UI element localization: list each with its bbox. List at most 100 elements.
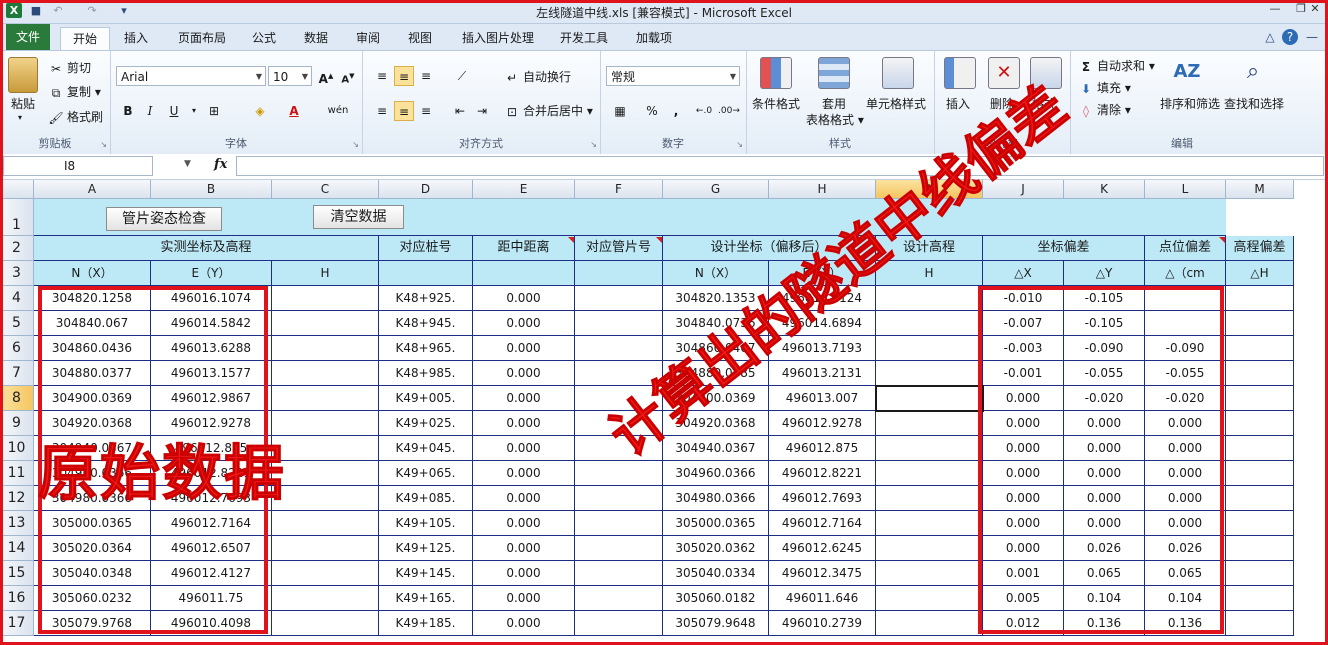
alignment-launcher-icon[interactable]: ↘ <box>590 140 597 149</box>
table-cell[interactable] <box>1226 386 1294 411</box>
table-cell[interactable] <box>575 336 663 361</box>
table-cell[interactable]: 496012.6245 <box>769 536 876 561</box>
table-cell[interactable]: K48+925. <box>379 286 473 311</box>
table-cell[interactable]: 496012.7693 <box>769 486 876 511</box>
table-cell[interactable] <box>575 561 663 586</box>
table-cell[interactable]: K48+985. <box>379 361 473 386</box>
format-painter-button[interactable]: 🖌 格式刷 <box>48 108 103 126</box>
conditional-format-icon[interactable] <box>760 57 792 89</box>
table-cell[interactable] <box>272 311 379 336</box>
row-header-16[interactable]: 16 <box>0 586 34 611</box>
fill-color-icon[interactable]: ◈ <box>250 101 270 121</box>
tab-addins[interactable]: 加载项 <box>626 27 682 50</box>
cut-button[interactable]: ✂ 剪切 <box>48 59 91 77</box>
row-header-4[interactable]: 4 <box>0 286 34 311</box>
column-header-a[interactable]: A <box>34 180 151 199</box>
tab-page-layout[interactable]: 页面布局 <box>170 27 234 50</box>
table-cell[interactable]: K48+965. <box>379 336 473 361</box>
table-cell[interactable]: 0.000 <box>473 511 575 536</box>
table-cell[interactable]: 0.000 <box>473 336 575 361</box>
row-header-13[interactable]: 13 <box>0 511 34 536</box>
row-header-10[interactable]: 10 <box>0 436 34 461</box>
sort-filter-icon[interactable]: AZ <box>1172 57 1202 87</box>
table-cell[interactable]: K49+145. <box>379 561 473 586</box>
table-cell[interactable]: 305060.0182 <box>663 586 769 611</box>
row-header-11[interactable]: 11 <box>0 461 34 486</box>
orientation-icon[interactable]: ⟋ <box>452 66 472 86</box>
insert-cells-button[interactable]: 插入 <box>946 95 970 112</box>
font-color-icon[interactable]: A <box>284 101 304 121</box>
table-cell[interactable]: 0.000 <box>473 286 575 311</box>
select-all-corner[interactable] <box>0 180 34 199</box>
table-cell[interactable] <box>272 361 379 386</box>
conditional-format-button[interactable]: 条件格式 <box>752 95 800 112</box>
table-cell[interactable]: 0.000 <box>473 361 575 386</box>
table-cell[interactable]: 0.000 <box>473 461 575 486</box>
table-cell[interactable] <box>272 336 379 361</box>
binoculars-icon[interactable]: ⌕ <box>1238 57 1268 87</box>
table-cell[interactable]: 0.000 <box>473 311 575 336</box>
column-header-d[interactable]: D <box>379 180 473 199</box>
underline-dropdown-icon[interactable]: ▾ <box>184 101 204 121</box>
table-cell[interactable] <box>272 386 379 411</box>
table-cell[interactable] <box>1226 586 1294 611</box>
table-cell[interactable]: 0.000 <box>473 586 575 611</box>
copy-button[interactable]: ⧉ 复制 ▾ <box>48 83 101 101</box>
row-header-1[interactable]: 1 <box>0 199 34 236</box>
comma-button[interactable]: , <box>666 101 686 121</box>
table-cell[interactable]: 0.000 <box>473 561 575 586</box>
table-cell[interactable]: 0.000 <box>473 486 575 511</box>
decrease-decimal-icon[interactable]: .00→ <box>718 101 740 121</box>
table-cell[interactable] <box>272 486 379 511</box>
percent-button[interactable]: % <box>642 101 662 121</box>
column-header-c[interactable]: C <box>272 180 379 199</box>
table-cell[interactable] <box>575 611 663 636</box>
align-right-icon[interactable]: ≡ <box>416 101 436 121</box>
table-cell[interactable] <box>575 486 663 511</box>
workbook-minimize-icon[interactable]: — <box>1304 29 1320 45</box>
fill-button[interactable]: ⬇ 填充 ▾ <box>1078 79 1131 97</box>
table-cell[interactable] <box>876 561 983 586</box>
font-launcher-icon[interactable]: ↘ <box>352 140 359 149</box>
table-cell[interactable]: K49+025. <box>379 411 473 436</box>
table-cell[interactable]: 496011.646 <box>769 586 876 611</box>
currency-icon[interactable]: ▦ <box>610 101 630 121</box>
merge-center-button[interactable]: ⊡ 合并后居中 ▾ <box>504 102 593 120</box>
number-format-select[interactable]: 常规 ▼ <box>606 66 740 86</box>
align-center-icon[interactable]: ≡ <box>394 101 414 121</box>
row-header-5[interactable]: 5 <box>0 311 34 336</box>
table-cell[interactable]: K49+185. <box>379 611 473 636</box>
pipe-segment-check-button[interactable]: 管片姿态检查 <box>106 207 222 231</box>
table-cell[interactable] <box>876 361 983 386</box>
table-cell[interactable]: 0.000 <box>473 611 575 636</box>
table-cell[interactable] <box>876 286 983 311</box>
phonetic-icon[interactable]: wén <box>324 101 352 121</box>
decrease-indent-icon[interactable]: ⇤ <box>450 101 470 121</box>
table-cell[interactable] <box>876 411 983 436</box>
close-icon[interactable]: ✕ <box>1302 0 1328 18</box>
wrap-text-button[interactable]: ↵ 自动换行 <box>504 68 571 86</box>
table-cell[interactable]: 305020.0362 <box>663 536 769 561</box>
insert-cells-icon[interactable] <box>944 57 976 89</box>
table-cell[interactable]: 496010.2739 <box>769 611 876 636</box>
fx-icon[interactable]: fx <box>214 157 227 172</box>
clipboard-launcher-icon[interactable]: ↘ <box>100 140 107 149</box>
table-cell[interactable]: 304980.0366 <box>663 486 769 511</box>
cell-styles-button[interactable]: 单元格样式 <box>866 95 926 112</box>
increase-decimal-icon[interactable]: ←.0 <box>694 101 714 121</box>
table-cell[interactable] <box>1226 461 1294 486</box>
table-cell[interactable]: 304960.0366 <box>663 461 769 486</box>
table-cell[interactable]: 0.000 <box>473 436 575 461</box>
table-cell[interactable] <box>876 511 983 536</box>
table-cell[interactable]: 0.000 <box>473 386 575 411</box>
row-header-6[interactable]: 6 <box>0 336 34 361</box>
clear-data-button[interactable]: 清空数据 <box>313 205 404 229</box>
format-as-table-button-1[interactable]: 套用 <box>822 95 846 112</box>
row-header-8[interactable]: 8 <box>0 386 34 411</box>
table-cell[interactable] <box>876 586 983 611</box>
table-cell[interactable]: 496012.9278 <box>769 411 876 436</box>
bold-button[interactable]: B <box>118 101 138 121</box>
table-cell[interactable] <box>272 511 379 536</box>
row-header-17[interactable]: 17 <box>0 611 34 636</box>
table-cell[interactable] <box>1226 411 1294 436</box>
